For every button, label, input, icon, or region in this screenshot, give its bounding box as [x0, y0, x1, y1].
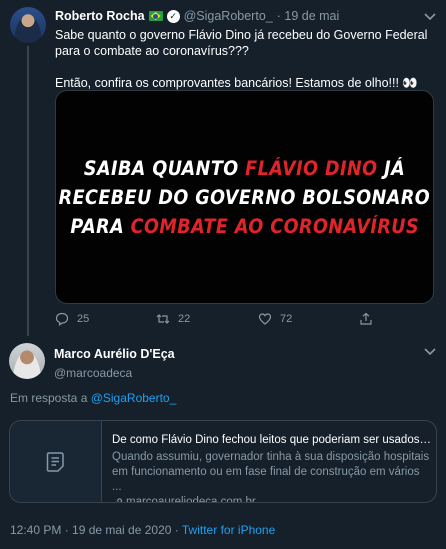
media-text-line3: PARA COMBATE AO CORONAVÍRUS: [70, 214, 419, 238]
avatar-roberto-rocha[interactable]: [10, 7, 46, 43]
media-text-line1: SAIBA QUANTO FLÁVIO DINO JÁ: [83, 156, 406, 180]
reply-to-link[interactable]: @SigaRoberto_: [91, 391, 177, 405]
tweet-actions: 25 22 72: [55, 312, 385, 330]
retweet-count: 22: [178, 313, 191, 325]
card-thumbnail: [10, 421, 102, 502]
tweet-text-line2: Então, confira os comprovantes bancários…: [55, 76, 418, 90]
author-name[interactable]: Marco Aurélio D'Eça: [54, 347, 175, 361]
tweet-date[interactable]: · 19 de mai: [277, 9, 340, 23]
like-count: 72: [280, 313, 293, 325]
tweet-media-image[interactable]: SAIBA QUANTO FLÁVIO DINO JÁ RECEBEU DO G…: [55, 90, 434, 304]
media-text-line2: RECEBEU DO GOVERNO BOLSONARO: [58, 185, 431, 209]
thread-line: [27, 46, 29, 336]
retweet-button[interactable]: 22: [156, 312, 190, 326]
author-handle[interactable]: @SigaRoberto_: [184, 9, 273, 23]
card-body: De como Flávio Dino fechou leitos que po…: [102, 421, 432, 502]
author-name[interactable]: Roberto Rocha: [55, 9, 145, 23]
brazil-flag-icon: [148, 11, 163, 21]
reply-button[interactable]: 25: [55, 312, 89, 326]
tweet-text-line1: Sabe quanto o governo Flávio Dino já rec…: [55, 28, 428, 58]
tweet1-header: Roberto Rocha ✓ @SigaRoberto_ · 19 de ma…: [55, 9, 339, 23]
tweet2-header: Marco Aurélio D'Eça @marcoadeca: [54, 347, 175, 380]
verified-icon: ✓: [166, 9, 180, 23]
retweet-icon: [156, 314, 170, 324]
card-description: Quando assumiu, governador tinha à sua d…: [112, 451, 430, 493]
share-icon: [360, 312, 372, 325]
chevron-down-icon[interactable]: [423, 347, 437, 357]
like-button[interactable]: 72: [258, 312, 292, 326]
tweet-source[interactable]: Twitter for iPhone: [182, 523, 275, 537]
tweet-footer: 12:40 PM · 19 de mai de 2020 · Twitter f…: [10, 523, 275, 537]
author-handle[interactable]: @marcoadeca: [54, 366, 175, 380]
avatar-marco-aurelio[interactable]: [9, 343, 45, 379]
link-card[interactable]: De como Flávio Dino fechou leitos que po…: [9, 420, 437, 503]
heart-icon: [258, 313, 272, 325]
share-button[interactable]: [359, 312, 373, 326]
reply-context: Em resposta a @SigaRoberto_: [10, 391, 177, 405]
link-icon: [115, 498, 123, 502]
tweet-timestamp[interactable]: 12:40 PM · 19 de mai de 2020 ·: [10, 523, 182, 537]
reply-count: 25: [77, 313, 90, 325]
document-icon: [46, 451, 64, 472]
reply-icon: [55, 312, 69, 326]
chevron-down-icon[interactable]: [423, 12, 437, 22]
card-domain: marcoaureliodeca.com.br: [112, 495, 432, 502]
card-title: De como Flávio Dino fechou leitos que po…: [112, 434, 432, 446]
